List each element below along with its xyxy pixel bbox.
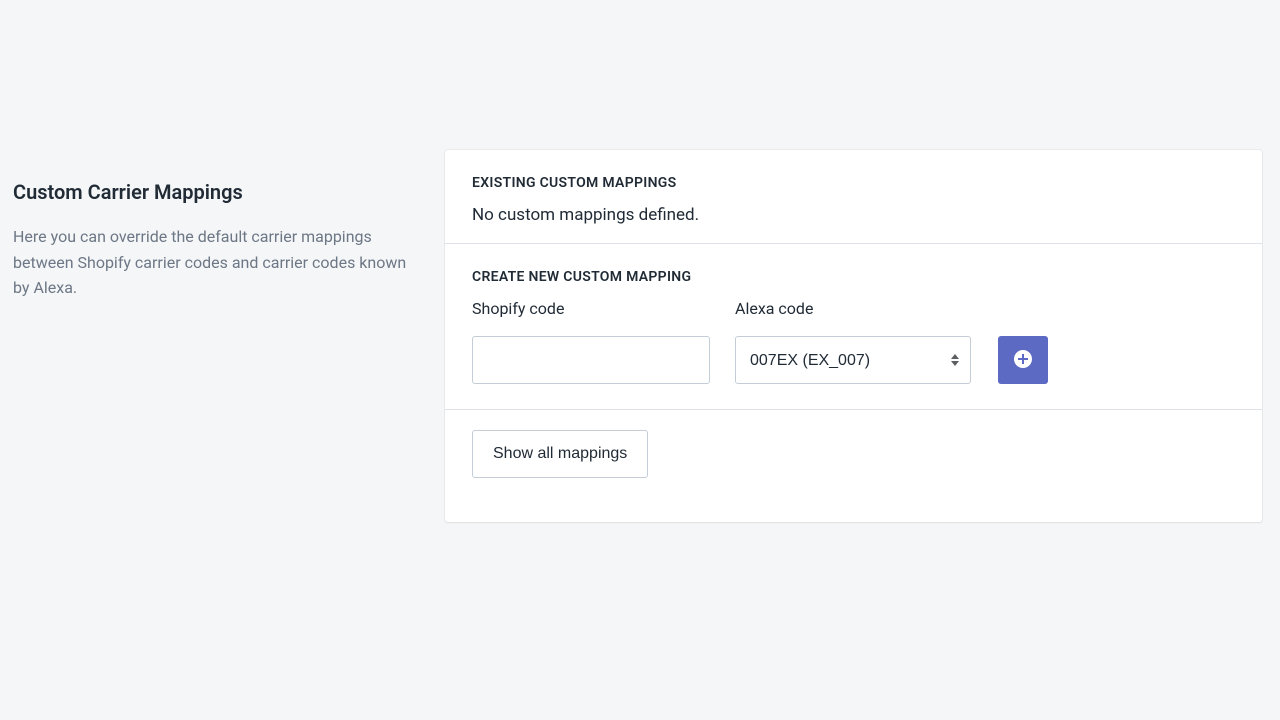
mappings-card: EXISTING CUSTOM MAPPINGS No custom mappi… — [445, 150, 1262, 522]
shopify-code-label: Shopify code — [472, 299, 710, 318]
page-description: Here you can override the default carrie… — [13, 224, 425, 301]
show-all-mappings-button[interactable]: Show all mappings — [472, 430, 648, 478]
plus-circle-icon — [1013, 349, 1033, 372]
alexa-code-select[interactable]: 007EX (EX_007) — [735, 336, 971, 384]
card-footer: Show all mappings — [445, 410, 1262, 522]
add-mapping-button[interactable] — [998, 336, 1048, 384]
existing-mappings-section: EXISTING CUSTOM MAPPINGS No custom mappi… — [445, 150, 1262, 243]
page-title: Custom Carrier Mappings — [13, 180, 425, 204]
shopify-code-input[interactable] — [472, 336, 710, 384]
existing-mappings-empty: No custom mappings defined. — [472, 205, 1235, 225]
create-mapping-section: CREATE NEW CUSTOM MAPPING Shopify code A… — [445, 244, 1262, 409]
create-mapping-heading: CREATE NEW CUSTOM MAPPING — [472, 269, 1235, 285]
sidebar: Custom Carrier Mappings Here you can ove… — [13, 150, 445, 522]
shopify-code-field: Shopify code — [472, 299, 710, 384]
alexa-code-field: Alexa code 007EX (EX_007) — [735, 299, 971, 384]
create-mapping-form: Shopify code Alexa code 007EX (EX_007) — [472, 299, 1235, 384]
alexa-code-label: Alexa code — [735, 299, 971, 318]
existing-mappings-heading: EXISTING CUSTOM MAPPINGS — [472, 175, 1235, 191]
